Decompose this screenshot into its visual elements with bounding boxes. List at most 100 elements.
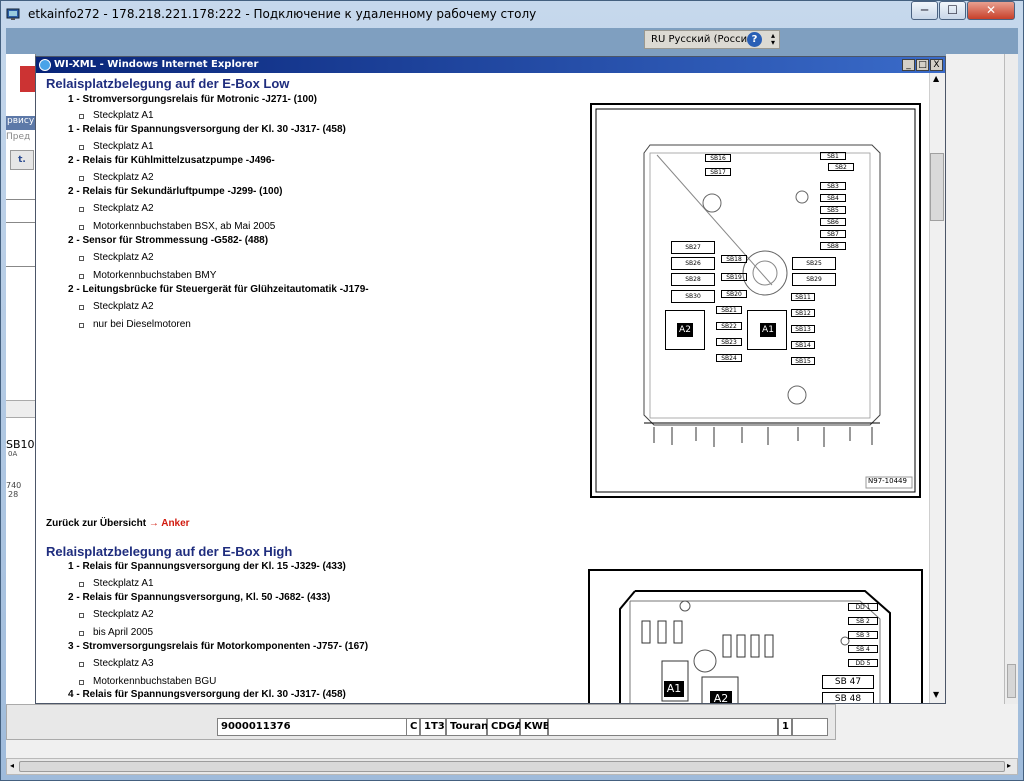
list-subitem: Steckplatz A2 xyxy=(93,172,154,183)
fuse-label: SB22 xyxy=(716,322,742,330)
fuse-label: SB14 xyxy=(791,341,815,349)
list-subitem: Steckplatz A2 xyxy=(93,609,154,620)
list-subitem: Steckplatz A1 xyxy=(93,578,154,589)
fuse-label: DD 1 xyxy=(848,603,878,611)
list-item: 2 - Relais für Sekundärluftpumpe -J299- … xyxy=(68,186,283,197)
list-subitem: bis April 2005 xyxy=(93,627,154,638)
ie-minimize-button[interactable]: _ xyxy=(902,59,915,71)
bg-nav-button[interactable]: t. xyxy=(10,150,34,170)
bullet-icon xyxy=(79,662,84,667)
fuse-label: SB17 xyxy=(705,168,731,176)
fuse-label: DD 5 xyxy=(848,659,878,667)
list-subitem: Motorkennbuchstaben BMY xyxy=(93,270,217,281)
list-subitem: Motorkennbuchstaben BGU xyxy=(93,676,217,687)
fuse-label: SB13 xyxy=(791,325,815,333)
list-item: 2 - Leitungsbrücke für Steuergerät für G… xyxy=(68,284,369,295)
rdp-app-icon xyxy=(6,6,22,22)
bg-tab-service[interactable]: рвису xyxy=(6,116,36,130)
list-subitem: Steckplatz A2 xyxy=(93,301,154,312)
fuse-label: SB 2 xyxy=(848,617,878,625)
diagram-id: N97-10449 xyxy=(868,477,907,485)
relay-label: A1 xyxy=(664,681,684,697)
list-item: 2 - Relais für Spannungsversorgung, Kl. … xyxy=(68,592,331,603)
fuse-label: SB15 xyxy=(791,357,815,365)
language-label: RU Русский (Россия) xyxy=(651,34,758,45)
relay-slot-a1: A1 xyxy=(747,310,787,350)
section1-heading: Relaisplatzbelegung auf der E-Box Low xyxy=(46,76,290,91)
status-empty-end xyxy=(792,718,828,736)
ie-title: WI-XML - Windows Internet Explorer xyxy=(54,59,259,70)
relay-label: A1 xyxy=(760,323,776,337)
ie-icon xyxy=(39,59,51,71)
fuse-label: SB 4 xyxy=(848,645,878,653)
list-item: 1 - Relais für Spannungsversorgung der K… xyxy=(68,124,346,135)
fuse-label: SB5 xyxy=(820,206,846,214)
background-scroll-thumb[interactable] xyxy=(1007,664,1016,698)
status-engine: CDGA xyxy=(487,718,523,736)
ie-titlebar[interactable]: WI-XML - Windows Internet Explorer xyxy=(36,57,945,73)
fuse-label: SB21 xyxy=(716,306,742,314)
list-item: 2 - Relais für Kühlmittelzusatzpumpe -J4… xyxy=(68,155,275,166)
ie-maximize-button[interactable]: □ xyxy=(916,59,929,71)
rdp-horizontal-scrollbar[interactable]: ◂ ▸ xyxy=(6,758,1018,775)
rdp-minimize-button[interactable]: ─ xyxy=(911,1,938,20)
back-to-overview: Zurück zur Übersicht → Anker xyxy=(46,518,190,529)
list-subitem: Steckplatz A3 xyxy=(93,658,154,669)
fuse-label: SB24 xyxy=(716,354,742,362)
fuse-label: SB 3 xyxy=(848,631,878,639)
bg-fuse-value: 0A xyxy=(8,450,18,458)
fuse-label: SB28 xyxy=(671,273,715,286)
scroll-down-icon[interactable]: ▼ xyxy=(933,690,939,699)
fuse-label: SB4 xyxy=(820,194,846,202)
relay-slot-a2: A2 xyxy=(665,310,705,350)
ie-close-button[interactable]: X xyxy=(930,59,943,71)
ebox-high-diagram: DD 1 SB 2 SB 3 SB 4 DD 5 SB 47 SB 48 A1 … xyxy=(588,569,923,703)
fuse-label: SB30 xyxy=(671,290,715,303)
status-code: C xyxy=(406,718,420,736)
rdp-hscroll-thumb[interactable] xyxy=(19,761,1005,772)
status-model-code: 1T3 xyxy=(420,718,446,736)
back-label: Zurück zur Übersicht xyxy=(46,518,149,529)
fuse-label: SB19 xyxy=(721,273,747,281)
fuse-label: SB7 xyxy=(820,230,846,238)
relay-label: A2 xyxy=(710,691,732,703)
bg-value-b: 28 xyxy=(8,490,19,499)
fuse-label: SB 48 xyxy=(822,692,874,703)
fuse-label: SB26 xyxy=(671,257,715,270)
scroll-up-icon[interactable]: ▲ xyxy=(933,74,939,83)
fuse-label: SB27 xyxy=(671,241,715,254)
bullet-icon xyxy=(79,225,84,230)
status-empty xyxy=(548,718,778,736)
bullet-icon xyxy=(79,631,84,636)
status-gearbox: KWB xyxy=(520,718,550,736)
scroll-left-icon[interactable]: ◂ xyxy=(10,761,14,770)
bullet-icon xyxy=(79,274,84,279)
list-subitem: nur bei Dieselmotoren xyxy=(93,319,191,330)
ie-scroll-thumb[interactable] xyxy=(930,153,944,221)
app-logo xyxy=(20,66,36,92)
bullet-icon xyxy=(79,582,84,587)
bullet-icon xyxy=(79,256,84,261)
bg-tab-pred[interactable]: Пред xyxy=(6,132,36,145)
bullet-icon xyxy=(79,176,84,181)
bullet-icon xyxy=(79,323,84,328)
list-subitem: Steckplatz A1 xyxy=(93,141,154,152)
bullet-icon xyxy=(79,145,84,150)
list-item: 2 - Sensor für Strommessung -G582- (488) xyxy=(68,235,269,246)
rdp-close-button[interactable]: ✕ xyxy=(967,1,1015,20)
background-app-panel: рвису Пред t. SB10 0A 740 28 xyxy=(6,54,36,704)
list-subitem: Steckplatz A1 xyxy=(93,110,154,121)
fuse-label: SB2 xyxy=(828,163,854,171)
ebox-low-diagram: N97-10449 SB16 SB17 SB1 SB2 SB3 SB4 SB5 … xyxy=(590,103,921,498)
rdp-maximize-button[interactable]: ☐ xyxy=(939,1,966,20)
bullet-icon xyxy=(79,305,84,310)
help-icon[interactable]: ? xyxy=(747,32,762,47)
list-item: 4 - Relais für Spannungsversorgung der K… xyxy=(68,689,346,700)
fuse-label: SB12 xyxy=(791,309,815,317)
rdp-titlebar[interactable]: etkainfo272 - 178.218.221.178:222 - Подк… xyxy=(0,0,1024,28)
status-order-number: 9000011376 xyxy=(217,718,407,736)
language-options-icon[interactable]: ▴ ▾ xyxy=(768,32,778,47)
anchor-link[interactable]: → Anker xyxy=(149,518,190,529)
background-scrollbar[interactable] xyxy=(1004,54,1018,758)
scroll-right-icon[interactable]: ▸ xyxy=(1007,761,1011,770)
